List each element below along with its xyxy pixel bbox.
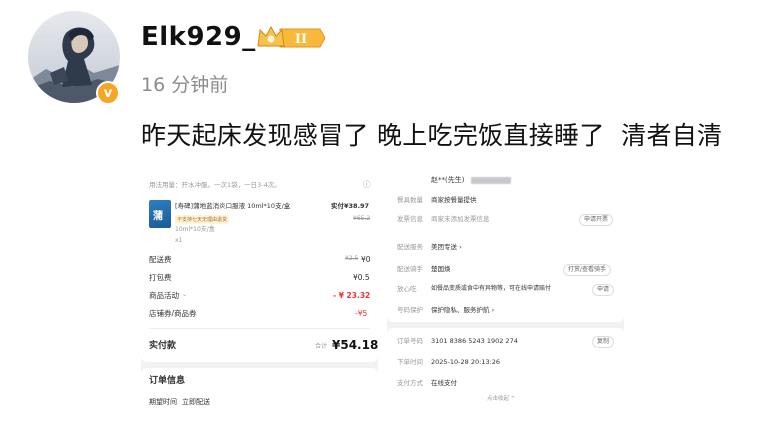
product-qty: x1 [175, 237, 183, 244]
order-info-title: 订单信息 [149, 376, 186, 386]
apply-claim-button[interactable]: 申请 [592, 284, 615, 296]
total-label: 实付款 [149, 341, 177, 351]
order-no-label: 订单号码 [397, 337, 423, 345]
fee-label-delivery: 配送费 [149, 255, 172, 264]
order-screenshot-left[interactable]: 用法用量：开水冲服。一次1袋，一日3-4次。 ⓘ 蒲 [寿碑]蒲地蓝消炎口服液 … [141, 172, 378, 408]
chevron-icon: ⓘ [363, 180, 371, 189]
delivery-service-link[interactable]: 美团专送 › [431, 244, 462, 251]
level-badge-text: II [295, 32, 307, 47]
number-protection-link[interactable]: 保护隐私、服务护航 › [431, 307, 494, 314]
crown-level-badge-icon[interactable]: II [256, 24, 326, 52]
expected-time-label: 期望时间 [149, 398, 177, 406]
rider-name: 楚国焕 [431, 265, 451, 273]
redacted-phone [471, 177, 511, 184]
fee-label-coupon: 店铺券/商品券 [149, 309, 197, 318]
row-label: 配送服务 [397, 243, 423, 251]
verified-badge-icon: v [96, 81, 120, 105]
chevron-down-icon: ⌄ [182, 291, 188, 298]
row-value: 商家按餐量提供 [431, 196, 477, 204]
original-price: ¥65.2 [353, 215, 371, 222]
delivery-info-card: 赵**(先生) 餐具数量 商家按餐量提供 发票信息 商家未添加发票信息 申请开票… [387, 172, 624, 322]
fee-value-packing: ¥0.5 [353, 273, 370, 282]
tip-rider-button[interactable]: 打赏/查看骑手 [563, 264, 612, 276]
fee-strike-delivery: ¥2.5 [345, 255, 359, 262]
row-label: 放心吃 [397, 285, 417, 293]
username[interactable]: Elk929_ [141, 22, 256, 52]
order-screenshot-right[interactable]: 赵**(先生) 餐具数量 商家按餐量提供 发票信息 商家未添加发票信息 申请开票… [387, 172, 624, 408]
collapse-link[interactable]: 点击收起 ^ [487, 396, 515, 403]
row-label: 号码保护 [397, 306, 423, 314]
order-card: 用法用量：开水冲服。一次1袋，一日3-4次。 ⓘ 蒲 [寿碑]蒲地蓝消炎口服液 … [141, 172, 378, 362]
product-thumbnail: 蒲 [149, 200, 171, 228]
order-number-card: 订单号码 3101 8386 5243 1902 274 复制 下单时间 202… [387, 328, 624, 408]
recipient-name: 赵**(先生) [431, 176, 465, 184]
total-prefix: 合计 [315, 343, 328, 350]
fee-label-activity[interactable]: 商品活动 [149, 292, 179, 300]
apply-invoice-button[interactable]: 申请开票 [579, 214, 614, 226]
copy-button[interactable]: 复制 [592, 336, 615, 348]
order-no-value: 3101 8386 5243 1902 274 [431, 337, 518, 345]
row-value: 如餐品变质或食中有异物等，可在线申请赔付 [431, 285, 552, 292]
promo-tag: 不支持七天无理由退货 [175, 215, 230, 224]
usage-text: 用法用量：开水冲服。一次1袋，一日3-4次。 [149, 181, 281, 189]
post-text: 昨天起床发现感冒了 晚上吃完饭直接睡了 清者自清 [141, 121, 723, 150]
fee-label-packing: 打包费 [149, 273, 172, 282]
row-label: 配送骑手 [397, 265, 423, 273]
product-name[interactable]: [寿碑]蒲地蓝消炎口服液 10ml*10支/盒 [175, 203, 290, 210]
product-price: 实付¥38.97 [331, 202, 370, 210]
post-timestamp: 16 分钟前 [141, 74, 229, 96]
row-value: 商家未添加发票信息 [431, 215, 490, 223]
product-spec: 10ml*10支/盒 [175, 226, 215, 233]
fee-value-activity: - ¥ 23.32 [333, 291, 371, 300]
row-label: 餐具数量 [397, 196, 423, 204]
divider [149, 328, 370, 329]
row-label: 发票信息 [397, 215, 423, 223]
order-time-value: 2025-10-28 20:13:26 [431, 358, 501, 366]
order-info-card: 订单信息 期望时间 立即配送 [141, 368, 378, 408]
pay-method-value: 在线支付 [431, 379, 457, 387]
fee-value-coupon: -¥5 [355, 309, 368, 318]
expected-time-value: 立即配送 [182, 398, 210, 406]
pay-method-label: 支付方式 [397, 379, 423, 387]
fee-value-delivery: ¥0 [361, 255, 371, 264]
total-value: ¥54.18 [332, 338, 378, 352]
order-time-label: 下单时间 [397, 358, 423, 366]
